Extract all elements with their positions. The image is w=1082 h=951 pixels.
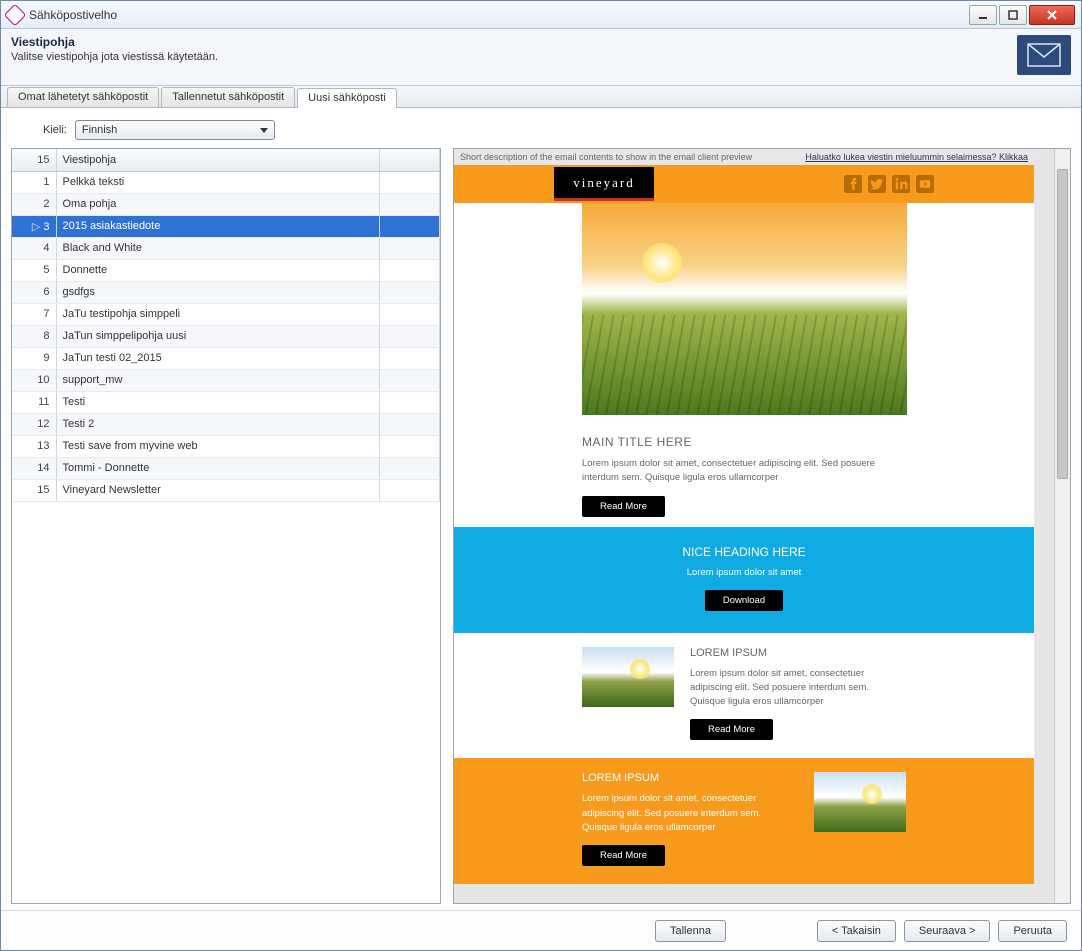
mail-icon — [1017, 35, 1071, 75]
app-icon — [4, 3, 27, 26]
linkedin-icon[interactable] — [892, 175, 910, 193]
table-row[interactable]: 12Testi 2 — [12, 413, 440, 435]
view-in-browser-link[interactable]: Haluatko lukea viestin mieluummin selaim… — [805, 152, 1028, 162]
youtube-icon[interactable] — [916, 175, 934, 193]
table-row[interactable]: 7JaTu testipohja simppeli — [12, 303, 440, 325]
social-icons — [844, 175, 934, 193]
back-button[interactable]: < Takaisin — [817, 920, 896, 942]
close-button[interactable] — [1029, 5, 1075, 25]
maximize-button[interactable] — [999, 5, 1027, 25]
language-label: Kieli: — [43, 124, 67, 136]
article-2-title: LOREM IPSUM — [582, 772, 798, 784]
table-row[interactable]: 1Pelkkä teksti — [12, 171, 440, 193]
article-block-2: LOREM IPSUM Lorem ipsum dolor sit amet, … — [454, 758, 1034, 884]
hero-image — [582, 203, 907, 415]
window-title: Sähköpostivelho — [29, 8, 117, 22]
wizard-window: Sähköpostivelho Viestipohja Valitse vies… — [0, 0, 1082, 951]
minimize-button[interactable] — [969, 5, 997, 25]
read-more-button[interactable]: Read More — [582, 496, 665, 517]
content-area: Kieli: Finnish 15 Viestipohja 1Pelkkä te… — [1, 108, 1081, 910]
template-grid[interactable]: 15 Viestipohja 1Pelkkä teksti2Oma pohja3… — [11, 148, 441, 904]
preview-pane[interactable]: Short description of the email contents … — [453, 148, 1071, 904]
tab-bar: Omat lähetetyt sähköpostit Tallennetut s… — [1, 86, 1081, 108]
cancel-button[interactable]: Peruuta — [998, 920, 1067, 942]
article-block-1: LOREM IPSUM Lorem ipsum dolor sit amet, … — [454, 633, 1034, 759]
article-1-image — [582, 647, 674, 707]
table-row[interactable]: 5Donnette — [12, 259, 440, 281]
article-2-button[interactable]: Read More — [582, 845, 665, 866]
main-body: Lorem ipsum dolor sit amet, consectetuer… — [582, 457, 906, 486]
table-row[interactable]: 8JaTun simppelipohja uusi — [12, 325, 440, 347]
grid-name-header: Viestipohja — [56, 149, 380, 171]
wizard-footer: Tallenna < Takaisin Seuraava > Peruuta — [1, 910, 1081, 950]
table-row[interactable]: 4Black and White — [12, 237, 440, 259]
twitter-icon[interactable] — [868, 175, 886, 193]
table-row[interactable]: 13Testi save from myvine web — [12, 435, 440, 457]
article-1-title: LOREM IPSUM — [690, 647, 906, 659]
language-value: Finnish — [82, 124, 117, 136]
grid-count-header: 15 — [12, 149, 56, 171]
article-1-body: Lorem ipsum dolor sit amet, consectetuer… — [690, 667, 906, 710]
email-preview: Short description of the email contents … — [454, 149, 1034, 884]
preheader: Short description of the email contents … — [454, 149, 1034, 165]
email-header: vineyard — [454, 165, 1034, 203]
table-row[interactable]: 15Vineyard Newsletter — [12, 479, 440, 501]
article-2-image — [814, 772, 906, 832]
tab-saved[interactable]: Tallennetut sähköpostit — [161, 87, 295, 107]
tab-new[interactable]: Uusi sähköposti — [297, 88, 397, 108]
page-title: Viestipohja — [11, 35, 218, 49]
article-2-body: Lorem ipsum dolor sit amet, consectetuer… — [582, 792, 798, 835]
preview-scrollbar[interactable] — [1054, 149, 1070, 903]
facebook-icon[interactable] — [844, 175, 862, 193]
cta-body: Lorem ipsum dolor sit amet — [454, 567, 1034, 578]
article-1-button[interactable]: Read More — [690, 719, 773, 740]
table-row[interactable]: 2Oma pohja — [12, 193, 440, 215]
table-row[interactable]: 11Testi — [12, 391, 440, 413]
table-row[interactable]: 9JaTun testi 02_2015 — [12, 347, 440, 369]
language-row: Kieli: Finnish — [11, 120, 1071, 140]
table-row[interactable]: 10support_mw — [12, 369, 440, 391]
cta-title: NICE HEADING HERE — [454, 545, 1034, 559]
cta-section: NICE HEADING HERE Lorem ipsum dolor sit … — [454, 527, 1034, 633]
tab-sent[interactable]: Omat lähetetyt sähköpostit — [7, 87, 159, 107]
grid-header: 15 Viestipohja — [12, 149, 440, 171]
chevron-down-icon — [260, 128, 268, 133]
table-row[interactable]: 32015 asiakastiedote — [12, 215, 440, 237]
page-subtitle: Valitse viestipohja jota viestissä käyte… — [11, 51, 218, 63]
wizard-header: Viestipohja Valitse viestipohja jota vie… — [1, 29, 1081, 86]
logo: vineyard — [554, 167, 654, 201]
download-button[interactable]: Download — [705, 590, 783, 611]
titlebar: Sähköpostivelho — [1, 1, 1081, 29]
table-row[interactable]: 14Tommi - Donnette — [12, 457, 440, 479]
next-button[interactable]: Seuraava > — [904, 920, 991, 942]
main-title: MAIN TITLE HERE — [582, 435, 906, 449]
preheader-desc: Short description of the email contents … — [460, 152, 752, 162]
save-button[interactable]: Tallenna — [655, 920, 726, 942]
table-row[interactable]: 6gsdfgs — [12, 281, 440, 303]
language-select[interactable]: Finnish — [75, 120, 275, 140]
